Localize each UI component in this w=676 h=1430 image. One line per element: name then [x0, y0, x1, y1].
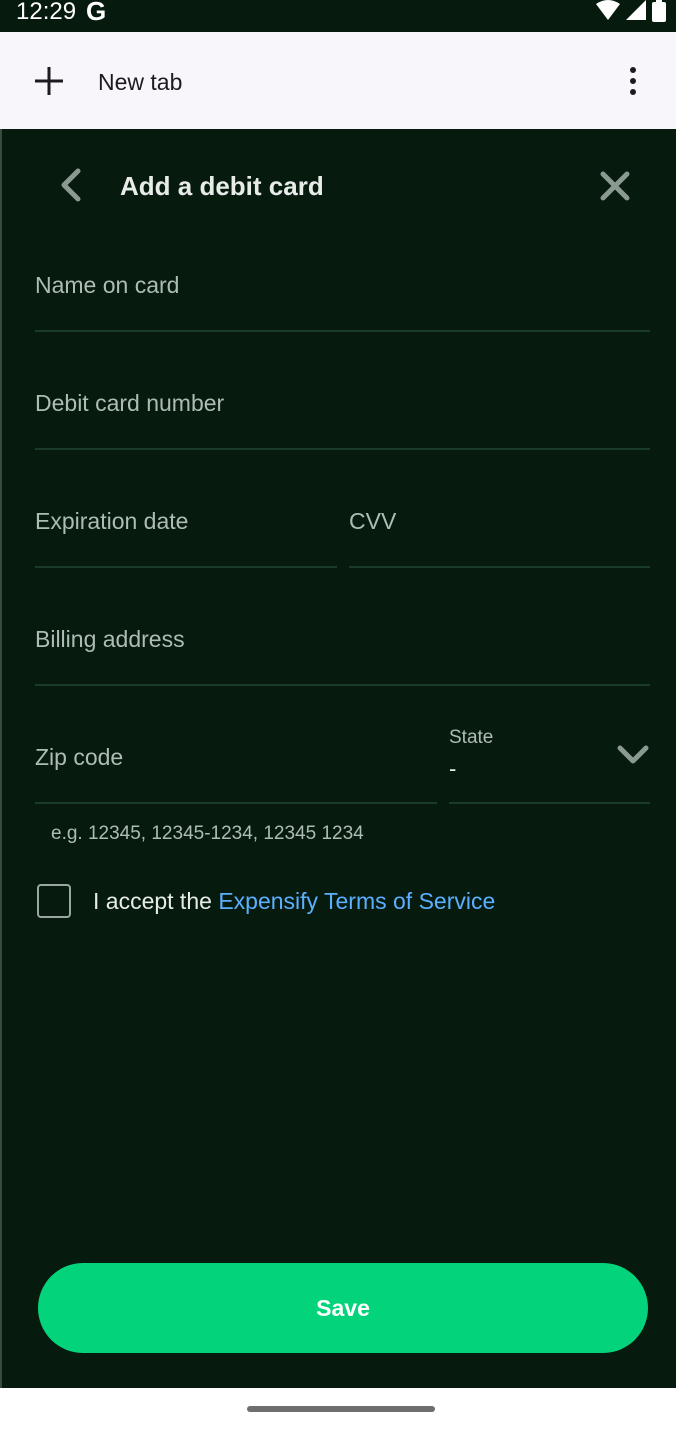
- chevron-down-icon[interactable]: [616, 743, 650, 767]
- expiration-date-label: Expiration date: [35, 508, 189, 534]
- cvv-label: CVV: [349, 508, 397, 534]
- new-tab-label[interactable]: New tab: [98, 68, 182, 96]
- wifi-icon: [596, 0, 620, 20]
- save-button[interactable]: Save: [38, 1263, 648, 1353]
- home-gesture-handle[interactable]: [247, 1406, 435, 1412]
- zip-code-label: Zip code: [35, 744, 124, 770]
- system-nav-bar: [0, 1388, 676, 1430]
- google-icon: G: [86, 0, 107, 26]
- add-debit-card-screen: Add a debit card Name on card Debit card…: [0, 129, 676, 1388]
- status-time: 12:29: [16, 0, 77, 25]
- debit-card-number-label: Debit card number: [35, 390, 225, 416]
- expiration-date-field[interactable]: Expiration date: [35, 506, 337, 568]
- more-vert-icon[interactable]: [618, 66, 648, 96]
- zip-code-hint: e.g. 12345, 12345-1234, 12345 1234: [51, 823, 364, 844]
- plus-icon[interactable]: [34, 66, 64, 96]
- battery-icon: [652, 0, 666, 22]
- name-on-card-field[interactable]: Name on card: [35, 270, 650, 332]
- state-label: State: [449, 727, 494, 748]
- name-on-card-label: Name on card: [35, 272, 180, 298]
- status-icons: [596, 0, 666, 22]
- billing-address-label: Billing address: [35, 626, 185, 652]
- chevron-left-icon[interactable]: [54, 167, 88, 203]
- zip-code-field[interactable]: Zip code: [35, 742, 437, 804]
- debit-card-number-field[interactable]: Debit card number: [35, 388, 650, 450]
- close-icon[interactable]: [598, 169, 632, 203]
- status-bar: 12:29 G: [0, 0, 676, 32]
- state-select[interactable]: State -: [449, 727, 650, 804]
- terms-prefix: I accept the: [93, 888, 219, 914]
- cvv-field[interactable]: CVV: [349, 506, 650, 568]
- browser-tab-bar: New tab: [0, 32, 676, 129]
- terms-text: I accept the Expensify Terms of Service: [93, 885, 495, 917]
- signal-icon: [626, 0, 646, 20]
- billing-address-field[interactable]: Billing address: [35, 624, 650, 686]
- terms-of-service-link[interactable]: Expensify Terms of Service: [218, 888, 495, 914]
- page-title: Add a debit card: [120, 171, 324, 201]
- state-value: -: [449, 756, 457, 781]
- terms-checkbox[interactable]: [37, 884, 71, 918]
